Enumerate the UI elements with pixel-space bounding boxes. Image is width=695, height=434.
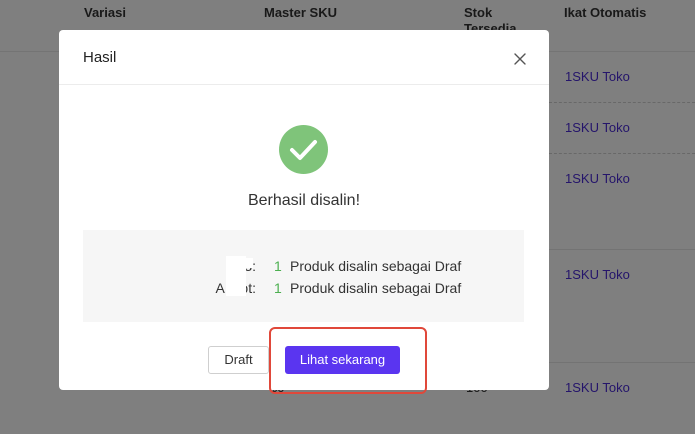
copied-count: 1 (274, 258, 282, 274)
dialog-title: Hasil (83, 49, 117, 66)
draft-button[interactable]: Draft (208, 346, 269, 374)
redaction-mark (243, 258, 253, 268)
success-check-icon (279, 125, 328, 174)
result-description: Produk disalin sebagai Draf (290, 280, 462, 296)
close-icon[interactable] (511, 50, 529, 68)
dialog-header: Hasil (59, 30, 549, 85)
success-message: Berhasil disalin! (247, 192, 361, 209)
copied-count: 1 (274, 280, 282, 296)
result-summary: 3: 1 Produk disalin sebagai Draf A. hot:… (83, 230, 524, 322)
highlight-annotation (269, 327, 427, 394)
result-description: Produk disalin sebagai Draf (290, 258, 462, 274)
